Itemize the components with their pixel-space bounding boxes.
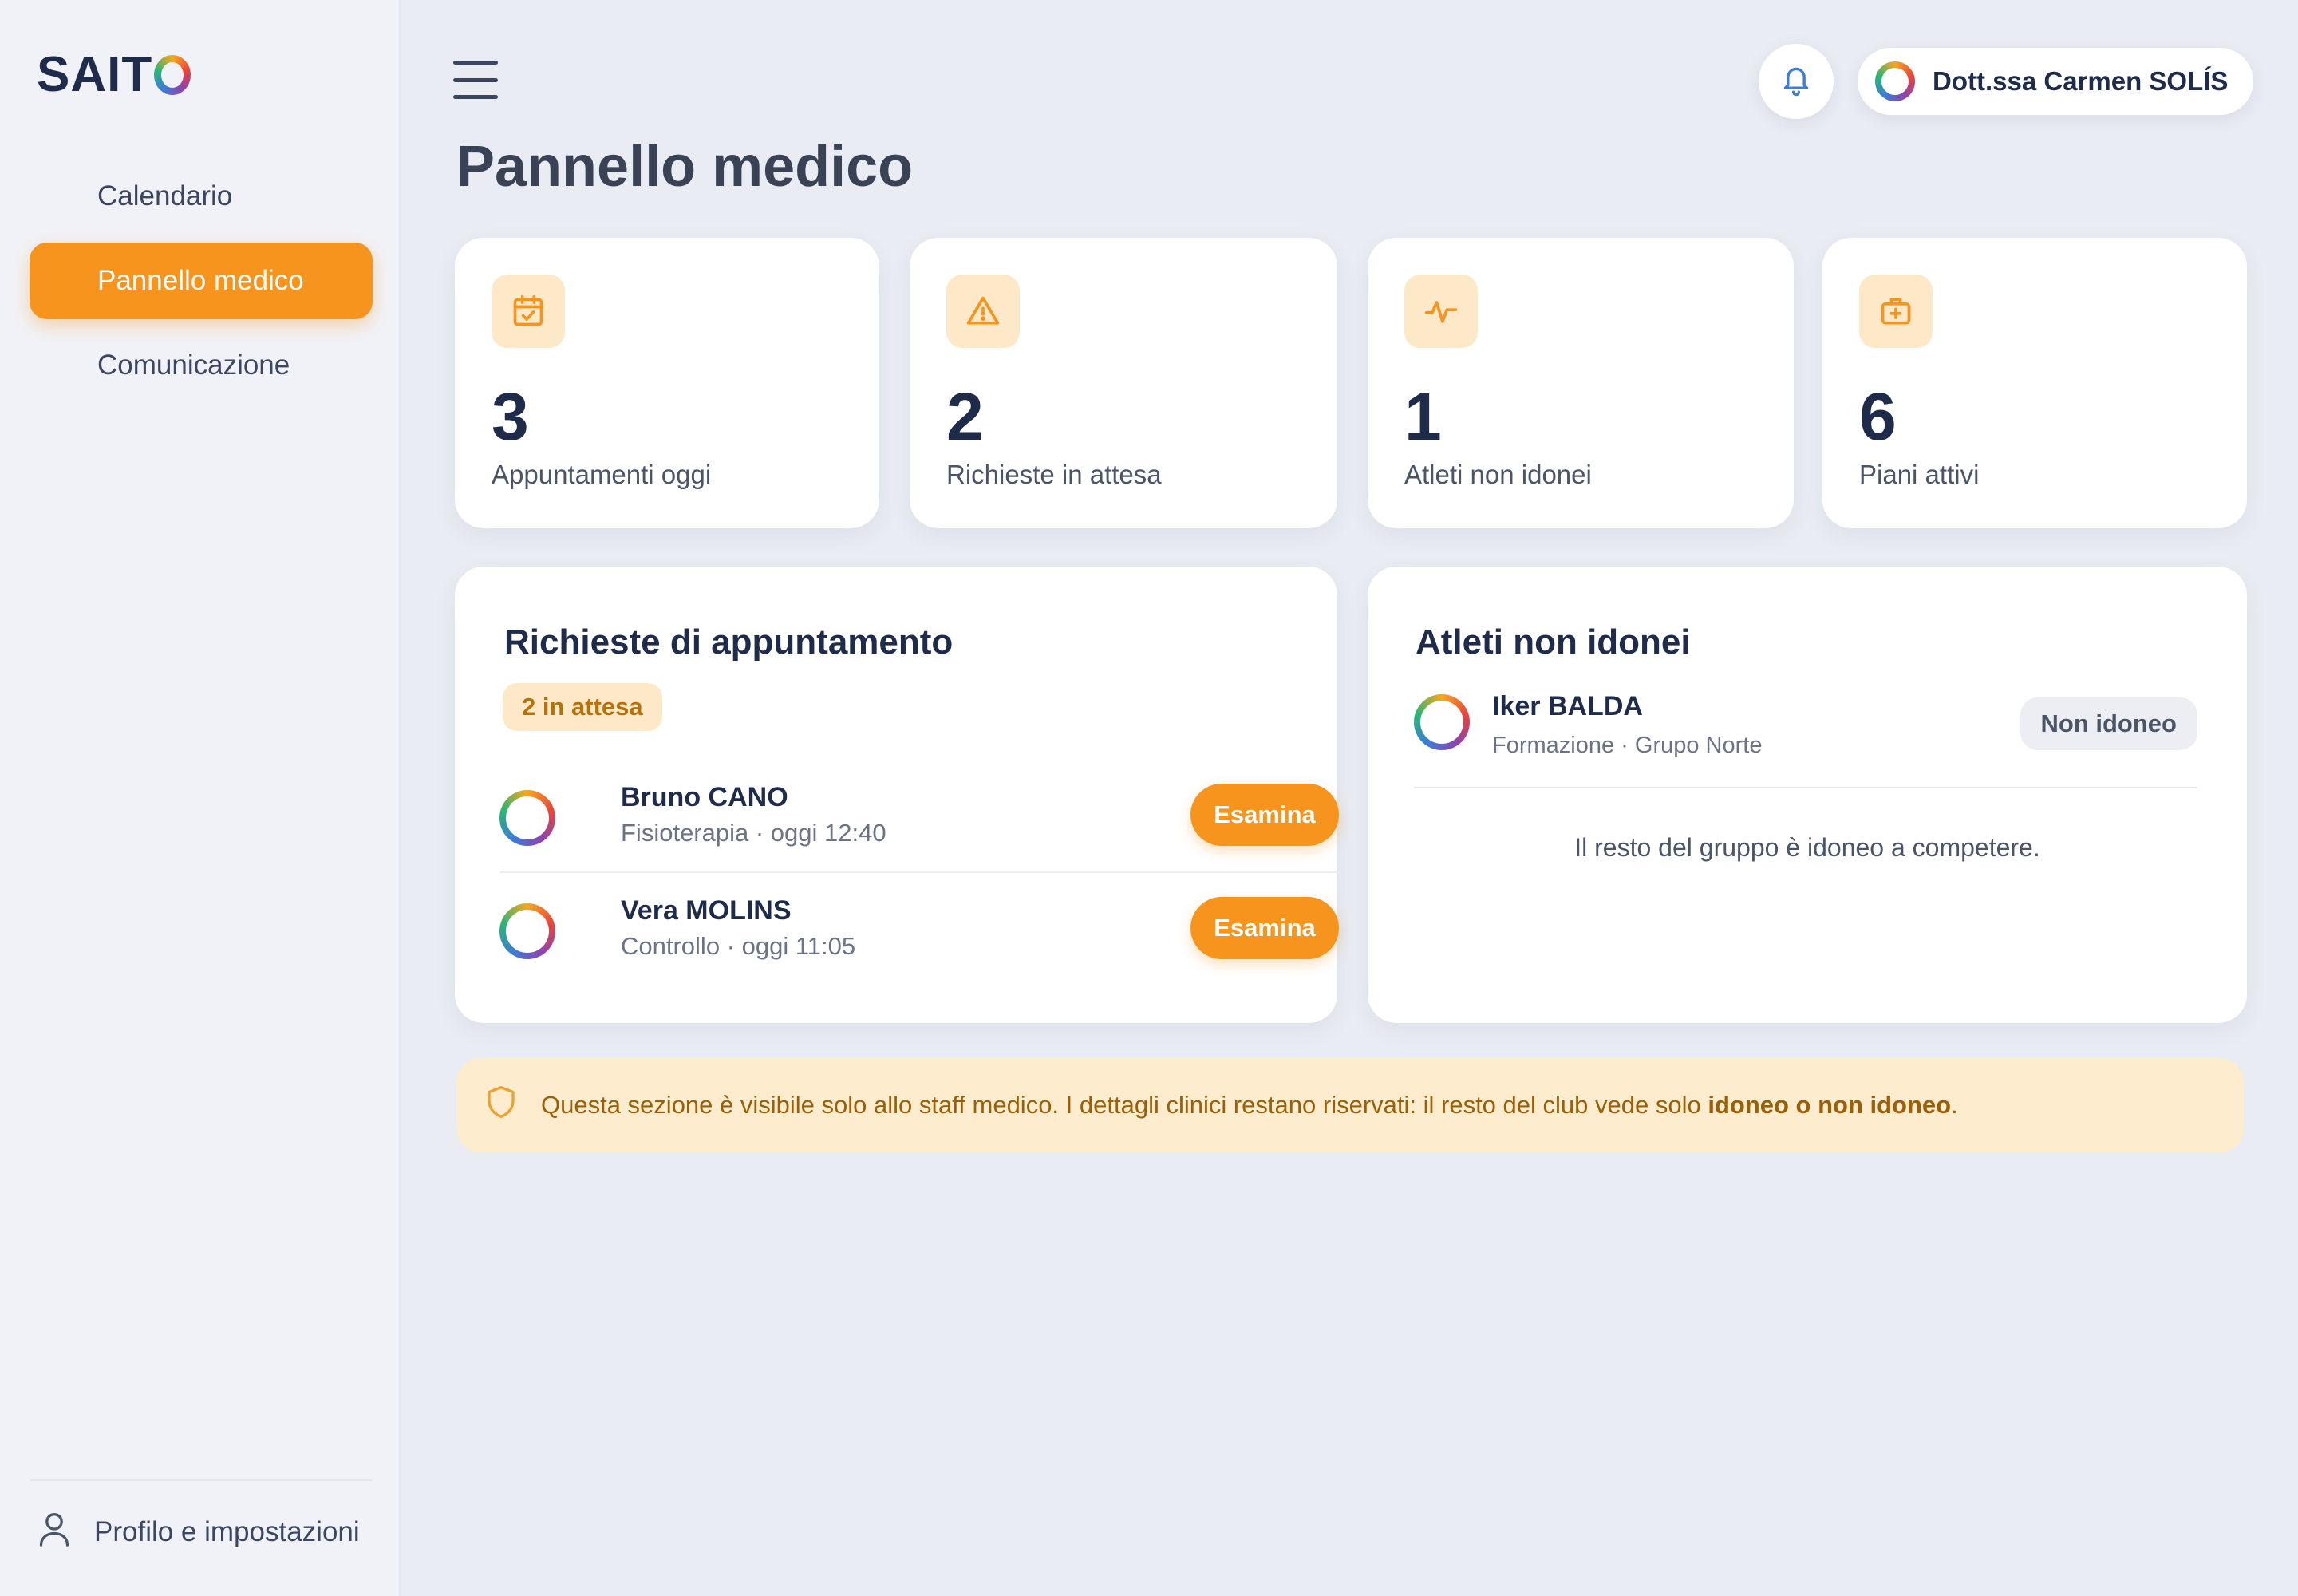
- menu-icon[interactable]: [453, 61, 498, 99]
- sidebar-item-label: Comunicazione: [97, 350, 290, 381]
- row-divider: [1414, 787, 2197, 788]
- page-title: Pannello medico: [456, 135, 914, 199]
- bell-icon: [1779, 62, 1813, 101]
- logo-text: SAIT: [37, 47, 153, 102]
- list-item: Vera MOLINS Controllo · oggi 11:05 Esami…: [499, 889, 1339, 977]
- stat-card-active-plans[interactable]: 6 Piani attivi: [1822, 238, 2247, 528]
- logo[interactable]: SAIT: [37, 46, 191, 103]
- sidebar-item-label: Pannello medico: [97, 265, 304, 296]
- stat-label: Piani attivi: [1859, 460, 1980, 489]
- examine-button[interactable]: Esamina: [1190, 897, 1339, 959]
- stat-label: Atleti non idonei: [1404, 460, 1592, 489]
- avatar: [1414, 694, 1470, 750]
- request-detail: Fisioterapia · oggi 12:40: [621, 819, 886, 847]
- examine-button[interactable]: Esamina: [1190, 784, 1339, 846]
- user-name: Dott.ssa Carmen SOLÍS: [1933, 66, 2229, 96]
- stat-value: 6: [1859, 379, 1897, 454]
- request-detail: Controllo · oggi 11:05: [621, 932, 856, 960]
- medical-kit-icon: [1859, 275, 1933, 348]
- stat-label: Appuntamenti oggi: [492, 460, 712, 489]
- athlete-name[interactable]: Iker BALDA: [1492, 691, 1643, 722]
- stat-card-appointments[interactable]: 3 Appuntamenti oggi: [455, 238, 879, 528]
- shield-icon: [485, 1084, 517, 1127]
- profile-settings-link[interactable]: Profilo e impostazioni: [37, 1508, 360, 1556]
- request-name: Vera MOLINS: [621, 895, 792, 926]
- stat-value: 2: [946, 379, 984, 454]
- sidebar-item-pannello-medico[interactable]: Pannello medico: [30, 243, 373, 319]
- sidebar-item-comunicazione[interactable]: Comunicazione: [30, 327, 373, 404]
- activity-icon: [1404, 275, 1478, 348]
- user-menu[interactable]: Dott.ssa Carmen SOLÍS: [1858, 48, 2253, 115]
- notice-body: Questa sezione è visibile solo allo staf…: [541, 1091, 1708, 1119]
- sidebar-nav: Calendario Pannello medico Comunicazione: [30, 158, 373, 412]
- status-badge: Non idoneo: [2020, 697, 2197, 750]
- notice-text: Questa sezione è visibile solo allo staf…: [541, 1091, 1958, 1120]
- sidebar-item-calendario[interactable]: Calendario: [30, 158, 373, 235]
- calendar-check-icon: [492, 275, 565, 348]
- profile-settings-label: Profilo e impostazioni: [94, 1516, 360, 1547]
- notifications-button[interactable]: [1759, 44, 1834, 119]
- list-item: Bruno CANO Fisioterapia · oggi 12:40 Esa…: [499, 776, 1339, 863]
- main-content: Dott.ssa Carmen SOLÍS Pannello medico 3 …: [401, 0, 2298, 1596]
- notice-end: .: [1951, 1091, 1958, 1119]
- request-name: Bruno CANO: [621, 782, 788, 812]
- user-icon: [37, 1510, 72, 1555]
- panel-title: Richieste di appuntamento: [504, 622, 954, 662]
- stat-card-unfit-athletes[interactable]: 1 Atleti non idonei: [1368, 238, 1794, 528]
- stat-value: 3: [492, 379, 529, 454]
- avatar: [499, 790, 555, 846]
- stat-value: 1: [1404, 379, 1442, 454]
- unfit-athletes-panel: Atleti non idonei Iker BALDA Formazione …: [1368, 567, 2247, 1023]
- row-divider: [499, 871, 1339, 873]
- warning-icon: [946, 275, 1020, 348]
- stat-label: Richieste in attesa: [946, 460, 1162, 489]
- athlete-detail: Formazione · Grupo Norte: [1492, 733, 1763, 758]
- avatar: [499, 903, 555, 959]
- group-fit-note: Il resto del gruppo è idoneo a competere…: [1574, 833, 2040, 862]
- sidebar-item-label: Calendario: [97, 180, 233, 211]
- logo-ring-icon: [154, 55, 191, 95]
- sidebar-divider: [30, 1479, 373, 1481]
- avatar: [1875, 61, 1915, 101]
- app: SAIT Calendario Pannello medico Comunica…: [0, 0, 2298, 1596]
- panel-title: Atleti non idonei: [1416, 622, 1691, 662]
- notice-emphasis: idoneo o non idoneo: [1708, 1091, 1952, 1119]
- appointment-requests-panel: Richieste di appuntamento 2 in attesa Br…: [455, 567, 1339, 1023]
- privacy-notice: Questa sezione è visibile solo allo staf…: [456, 1058, 2244, 1152]
- stat-card-pending-requests[interactable]: 2 Richieste in attesa: [910, 238, 1337, 528]
- pending-badge: 2 in attesa: [503, 683, 662, 731]
- sidebar: SAIT Calendario Pannello medico Comunica…: [0, 0, 401, 1596]
